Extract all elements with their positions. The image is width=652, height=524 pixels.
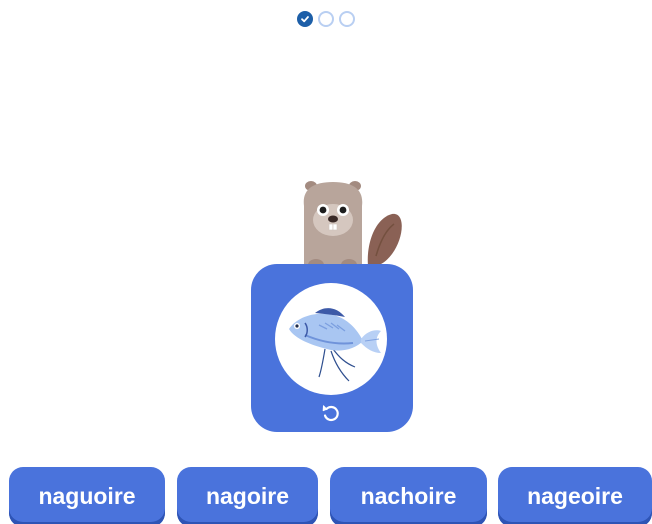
exercise-screen: naguoire nagoire nachoire nageoire (0, 0, 652, 524)
progress-indicator (297, 11, 355, 27)
progress-step-completed (297, 11, 313, 27)
beaver-mascot (303, 181, 402, 271)
check-icon (301, 16, 309, 23)
prompt-card[interactable] (251, 264, 413, 432)
replay-icon[interactable] (320, 402, 342, 424)
choice-button[interactable]: nachoire (330, 467, 487, 524)
choice-button[interactable]: naguoire (9, 467, 165, 524)
choice-button[interactable]: nageoire (498, 467, 652, 524)
choice-button[interactable]: nagoire (177, 467, 318, 524)
progress-step-pending (339, 11, 355, 27)
fish-icon (289, 308, 381, 382)
progress-step-pending (318, 11, 334, 27)
prompt-image (275, 283, 387, 395)
